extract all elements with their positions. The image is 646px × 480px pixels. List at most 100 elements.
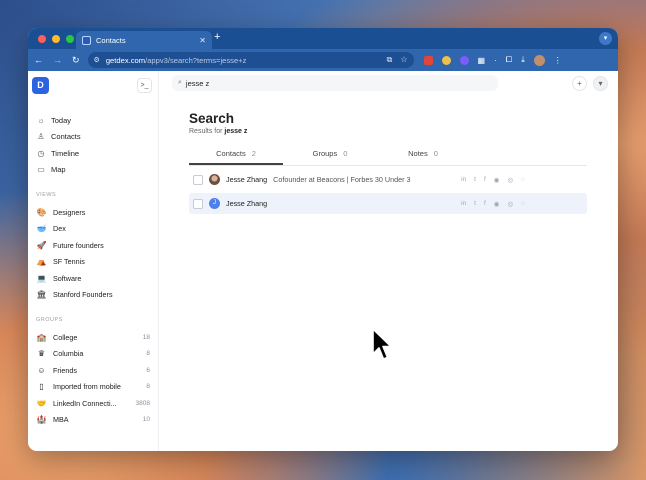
handshake-icon: 🤝 xyxy=(36,398,47,408)
phone-icon: ▯ xyxy=(39,382,44,392)
social-tw-icon[interactable]: t xyxy=(474,176,476,184)
social-wa-icon[interactable]: ◌ xyxy=(521,200,525,208)
sidebar-item-friends[interactable]: ☺ Friends 6 xyxy=(28,362,158,379)
nav-item-map[interactable]: ▭ Map xyxy=(28,162,158,179)
group-count: 8 xyxy=(146,350,150,358)
social-ms-icon[interactable]: ◉ xyxy=(494,176,500,184)
url-host: getdex.com xyxy=(105,55,146,65)
sidebar-item-designers[interactable]: 🎨 Designers xyxy=(28,204,158,221)
sidebar-item-label: Designers xyxy=(53,207,86,217)
extension-red-icon[interactable] xyxy=(423,55,433,65)
browser-window: Contacts ✕ + ▾ ← → ↻ ⚙ getdex.com/appv3/… xyxy=(28,28,618,451)
profile-avatar[interactable] xyxy=(533,54,545,66)
bowl-icon: 🥣 xyxy=(36,224,47,234)
social-wa-icon[interactable]: ◌ xyxy=(521,176,525,184)
contact-title: Cofounder at Beacons | Forbes 30 Under 3 xyxy=(273,175,411,184)
url-path: /appv3/search?terms=jesse+z xyxy=(145,55,247,65)
social-links: in t f ◉ ◎ ◌ xyxy=(461,200,587,208)
social-ig-icon[interactable]: ◎ xyxy=(507,200,513,208)
extensions-puzzle-icon[interactable]: ⧠ xyxy=(506,55,512,65)
nav-item-contacts[interactable]: ♙ Contacts xyxy=(28,129,158,146)
table-row[interactable]: Jesse Zhang Cofounder at Beacons | Forbes… xyxy=(189,169,587,190)
palette-icon: 🎨 xyxy=(36,207,47,217)
row-checkbox[interactable] xyxy=(193,198,203,209)
install-app-icon[interactable]: ⧉ xyxy=(387,55,393,65)
extension-yellow-icon[interactable] xyxy=(441,55,451,65)
social-in-icon[interactable]: in xyxy=(461,200,466,208)
social-f-icon[interactable]: f xyxy=(484,200,486,208)
extension-dot-icon[interactable]: · xyxy=(494,56,497,65)
page-title: Search xyxy=(189,111,235,126)
sidebar-item-label: Today xyxy=(51,115,72,125)
sidebar-item-label: Future founders xyxy=(53,240,104,250)
url-bar[interactable]: ⚙ getdex.com/appv3/search?terms=jesse+z … xyxy=(87,52,414,68)
group-count: 8 xyxy=(146,383,150,391)
terminal-icon[interactable]: >_ xyxy=(137,78,152,93)
browser-tab-contacts[interactable]: Contacts ✕ xyxy=(76,31,212,49)
table-row[interactable]: J Jesse Zhang in t f ◉ ◎ ◌ xyxy=(189,193,587,214)
sidebar-item-imported-from-mobile[interactable]: ▯ Imported from mobile 8 xyxy=(28,379,158,396)
smile-icon: ☺ xyxy=(37,365,46,375)
nav-item-timeline[interactable]: ◷ Timeline xyxy=(28,145,158,162)
group-count: 3808 xyxy=(135,399,150,407)
tab-notes[interactable]: Notes 0 xyxy=(377,149,469,165)
results-query: jesse z xyxy=(224,128,248,135)
groups-section-label: GROUPS xyxy=(36,317,63,323)
nav-item-today[interactable]: ☼ Today xyxy=(28,112,158,129)
search-input[interactable]: ⌕ jesse z xyxy=(172,75,498,91)
sidebar-item-label: Friends xyxy=(53,365,77,375)
add-button[interactable]: + xyxy=(572,75,587,91)
contact-name[interactable]: Jesse Zhang xyxy=(226,175,267,184)
extension-grid-icon[interactable]: ▦ xyxy=(478,56,486,65)
search-icon: ⌕ xyxy=(178,79,182,86)
sidebar-item-mba[interactable]: 🏰 MBA 10 xyxy=(28,412,158,429)
row-checkbox[interactable] xyxy=(193,174,203,185)
browser-menu-icon[interactable]: ⋮ xyxy=(554,56,562,65)
sun-icon: ☼ xyxy=(37,115,45,125)
sidebar-item-dex[interactable]: 🥣 Dex xyxy=(28,221,158,238)
new-tab-button[interactable]: + xyxy=(214,31,220,43)
avatar: J xyxy=(209,198,220,209)
sidebar-item-future-founders[interactable]: 🚀 Future founders xyxy=(28,237,158,254)
maximize-window-button[interactable] xyxy=(66,35,74,43)
download-icon[interactable]: ⤓ xyxy=(521,55,525,65)
dex-logo-icon[interactable]: D xyxy=(32,77,49,94)
tab-groups[interactable]: Groups 0 xyxy=(283,149,377,165)
tab-contacts[interactable]: Contacts 2 xyxy=(189,149,283,165)
social-ig-icon[interactable]: ◎ xyxy=(507,176,513,184)
search-input-value: jesse z xyxy=(185,78,210,88)
reload-icon[interactable]: ↻ xyxy=(72,55,80,66)
sidebar-item-label: Software xyxy=(53,273,82,283)
tab-count: 0 xyxy=(343,149,348,158)
tab-label: Notes xyxy=(408,149,428,158)
sidebar-item-label: SF Tennis xyxy=(53,257,85,267)
social-ms-icon[interactable]: ◉ xyxy=(494,200,500,208)
crown-icon: ♛ xyxy=(37,349,46,359)
close-tab-icon[interactable]: ✕ xyxy=(199,36,206,45)
minimize-window-button[interactable] xyxy=(52,35,60,43)
sidebar-item-college[interactable]: 🏫 College 18 xyxy=(28,329,158,346)
close-window-button[interactable] xyxy=(38,35,46,43)
extension-purple-icon[interactable] xyxy=(459,55,469,65)
account-menu-chevron-icon[interactable]: ▾ xyxy=(593,75,608,91)
social-tw-icon[interactable]: t xyxy=(474,200,476,208)
tab-search-chevron-icon[interactable]: ▾ xyxy=(599,32,612,45)
forward-arrow-icon[interactable]: → xyxy=(53,55,62,66)
laptop-icon: 💻 xyxy=(36,273,47,283)
back-arrow-icon[interactable]: ← xyxy=(34,55,43,66)
tab-label: Groups xyxy=(312,149,338,158)
contact-name[interactable]: Jesse Zhang xyxy=(226,199,267,208)
sidebar-item-sf-tennis[interactable]: ⛺ SF Tennis xyxy=(28,254,158,271)
sidebar-item-label: Dex xyxy=(53,224,66,234)
sidebar-item-label: College xyxy=(53,332,78,342)
social-in-icon[interactable]: in xyxy=(461,176,466,184)
sidebar-item-software[interactable]: 💻 Software xyxy=(28,270,158,287)
sidebar-item-linkedin-connecti[interactable]: 🤝 LinkedIn Connecti... 3808 xyxy=(28,395,158,412)
bookmark-star-icon[interactable]: ☆ xyxy=(400,55,407,65)
tab-count: 2 xyxy=(251,149,256,158)
window-controls xyxy=(38,35,74,43)
sidebar-item-columbia[interactable]: ♛ Columbia 8 xyxy=(28,346,158,363)
social-f-icon[interactable]: f xyxy=(484,176,486,184)
site-info-icon[interactable]: ⚙ xyxy=(94,56,100,64)
sidebar-item-stanford-founders[interactable]: 🏛 Stanford Founders xyxy=(28,287,158,304)
